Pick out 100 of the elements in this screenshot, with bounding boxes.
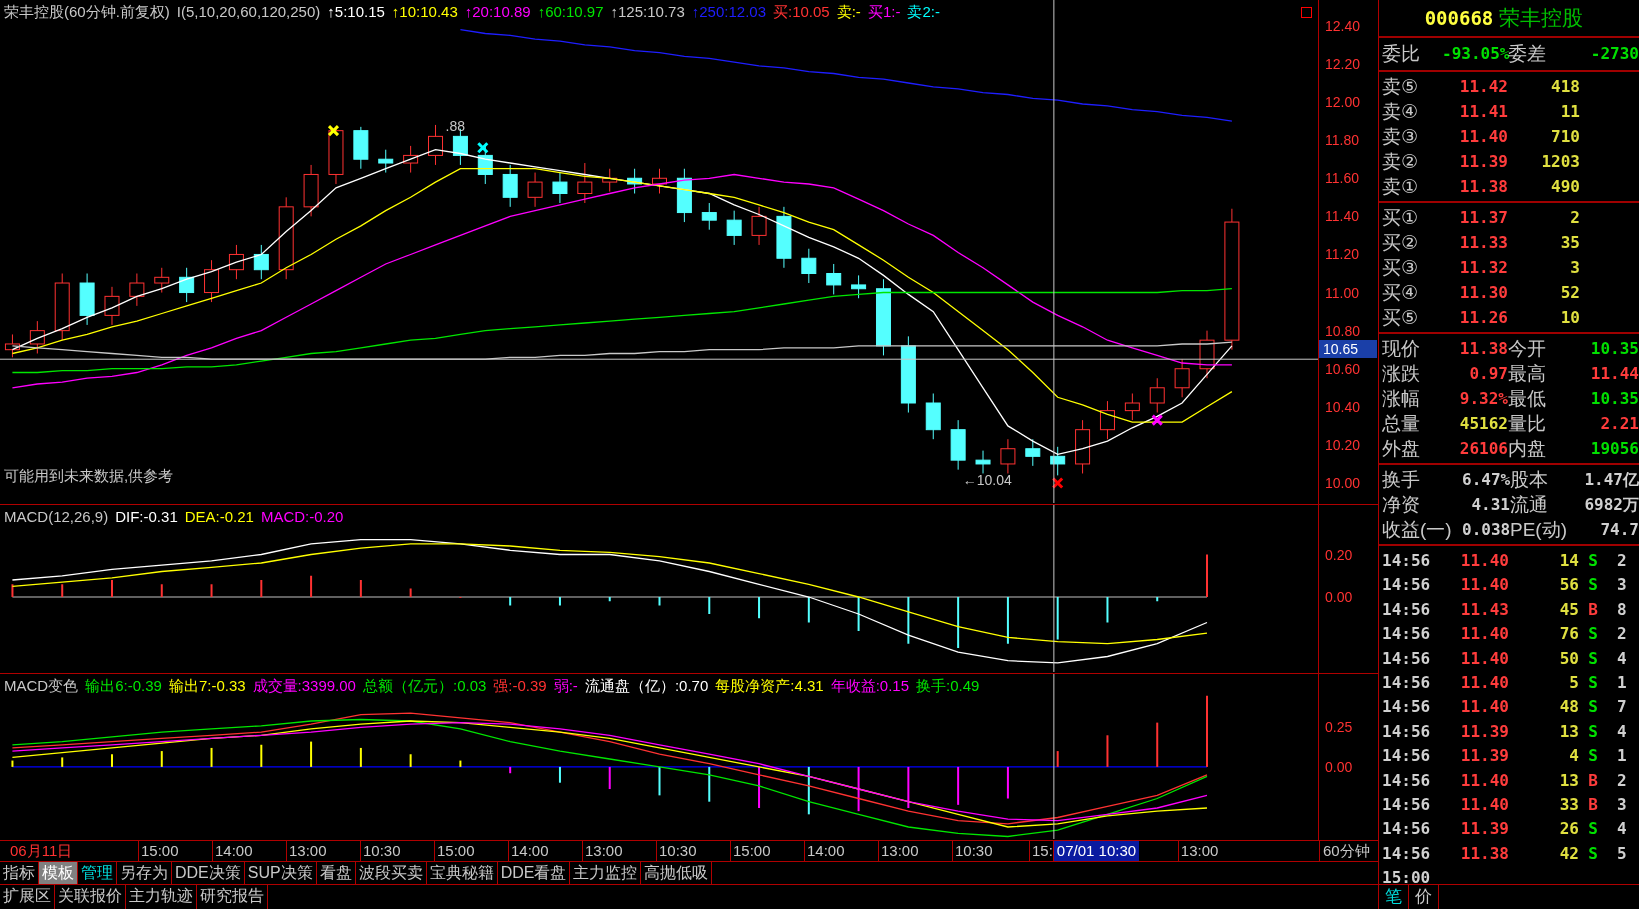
order-level-label: 买②: [1382, 231, 1420, 255]
candlestick: [204, 259, 220, 303]
histogram-bar: [658, 766, 661, 796]
trade-time: 14:56: [1382, 623, 1432, 646]
order-volume: 2: [1569, 207, 1580, 229]
trade-volume: 50: [1558, 647, 1579, 670]
toolbar-tab[interactable]: 管理: [78, 862, 117, 884]
trade-price: 11.40: [1459, 793, 1509, 816]
field-value: 19056: [1589, 438, 1639, 460]
toolbar-tab[interactable]: 看盘: [316, 862, 356, 884]
toolbar-tab[interactable]: DDE看盘: [497, 862, 571, 884]
toolbar-tab[interactable]: 另存为: [117, 862, 172, 884]
indicator-label: 输出7:-0.33: [168, 677, 246, 696]
axis-tick-label: 10.40: [1325, 397, 1361, 416]
histogram-bar: [608, 597, 611, 602]
trade-count: 1: [1616, 671, 1628, 694]
candlestick: [652, 168, 667, 194]
candlestick: [1000, 438, 1016, 474]
order-volume: 52: [1559, 282, 1580, 304]
candlestick: [676, 168, 692, 223]
order-level-label: 卖⑤: [1382, 75, 1420, 99]
axis-tick-label: 0.00: [1325, 588, 1353, 606]
trade-time: 14:56: [1382, 842, 1432, 865]
indicator-label: ↑60:10.97: [537, 3, 604, 22]
candlestick: [801, 248, 817, 284]
extension-tab[interactable]: 主力轨迹: [126, 885, 197, 909]
quote-tab[interactable]: 笔: [1379, 885, 1409, 909]
order-volume: 418: [1550, 76, 1580, 98]
time-axis-label: 15:00: [733, 842, 771, 859]
order-price: 11.42: [1458, 76, 1508, 98]
toolbar-tab[interactable]: 高抛低吸: [641, 862, 713, 884]
histogram-bar: [1156, 597, 1159, 602]
histogram-bar: [708, 766, 711, 802]
toolbar-tab[interactable]: 波段买卖: [355, 862, 427, 884]
order-level-label: 卖①: [1382, 175, 1420, 199]
indicator-label: 强:-0.39: [493, 677, 547, 696]
time-axis-label: 10:30: [659, 842, 697, 859]
axis-tick-label: 10.20: [1325, 435, 1361, 454]
candlestick: [29, 320, 45, 354]
field-label: 内盘: [1508, 437, 1547, 461]
indicator-label: MACD(12,26,9): [4, 508, 109, 525]
indicator-label: ↑125:10.73: [610, 3, 685, 22]
trade-price: 11.40: [1459, 623, 1509, 646]
field-label: 换手: [1382, 468, 1421, 492]
trade-price: 11.39: [1459, 818, 1509, 841]
indicator-label: I(5,10,20,60,120,250): [176, 3, 321, 22]
order-volume: 1203: [1540, 151, 1580, 173]
indicator-label: 流通盘（亿）:0.70: [584, 677, 709, 696]
quote-tab[interactable]: 价: [1409, 885, 1439, 909]
trade-time: 14:56: [1382, 598, 1432, 621]
trade-price: 11.43: [1459, 598, 1509, 621]
candlestick: [826, 263, 842, 295]
candlestick: [602, 168, 618, 193]
histogram-bar: [509, 597, 512, 606]
trade-side: B: [1587, 793, 1599, 816]
axis-tick-label: 11.80: [1325, 131, 1360, 150]
field-label: 委差: [1508, 42, 1547, 66]
trade-count: 2: [1616, 769, 1628, 792]
square-icon[interactable]: [1301, 7, 1312, 18]
trade-price: 11.40: [1459, 647, 1509, 670]
order-price: 11.33: [1458, 232, 1508, 254]
trade-volume: 4: [1568, 745, 1579, 768]
trade-price: 11.40: [1459, 671, 1509, 694]
toolbar-tab[interactable]: 主力监控: [570, 862, 642, 884]
order-price: 11.41: [1458, 101, 1508, 123]
candlestick: [776, 206, 792, 269]
histogram-bar: [1006, 766, 1009, 799]
time-axis-label: 15:00: [437, 842, 475, 859]
indicator-label: 卖2:-: [907, 3, 940, 22]
extension-tab[interactable]: 研究报告: [197, 885, 268, 909]
histogram-bar: [11, 760, 14, 767]
histogram-bar: [11, 584, 14, 597]
trade-count: 2: [1616, 550, 1628, 572]
order-price: 11.32: [1458, 257, 1508, 279]
toolbar-tab[interactable]: 宝典秘籍: [426, 862, 498, 884]
order-price: 11.40: [1458, 126, 1508, 148]
field-label: 委比: [1382, 42, 1421, 66]
indicator-label: ↑10:10.43: [391, 3, 458, 22]
extension-tab[interactable]: 关联报价: [55, 885, 126, 909]
toolbar-tab[interactable]: DDE决策: [172, 862, 245, 884]
candlestick: [627, 168, 643, 194]
axis-tick-label: 0.00: [1325, 757, 1353, 776]
time-axis-label: 13:00: [881, 842, 919, 859]
axis-tick-label: 12.00: [1325, 93, 1361, 112]
indicator-label: 买1:-: [867, 3, 901, 22]
toolbar-tab[interactable]: SUP决策: [244, 862, 317, 884]
order-level-label: 买①: [1382, 206, 1420, 230]
indicator-label: 每股净资产:4.31: [715, 677, 824, 696]
extension-tab[interactable]: 扩展区: [0, 885, 55, 909]
warning-note: 可能用到未来数据,供参考: [4, 467, 174, 486]
histogram-bar: [807, 597, 810, 623]
indicator-label: DEA:-0.21: [184, 508, 254, 525]
toolbar-tab[interactable]: 模板: [39, 862, 78, 884]
candlestick: [1174, 358, 1190, 398]
field-label: 总量: [1382, 412, 1421, 436]
field-value: 6982万: [1583, 494, 1639, 516]
indicator-label: ↑20:10.89: [464, 3, 531, 22]
trade-count: 4: [1616, 647, 1628, 670]
histogram-bar: [210, 747, 213, 767]
candlestick: [527, 172, 543, 208]
